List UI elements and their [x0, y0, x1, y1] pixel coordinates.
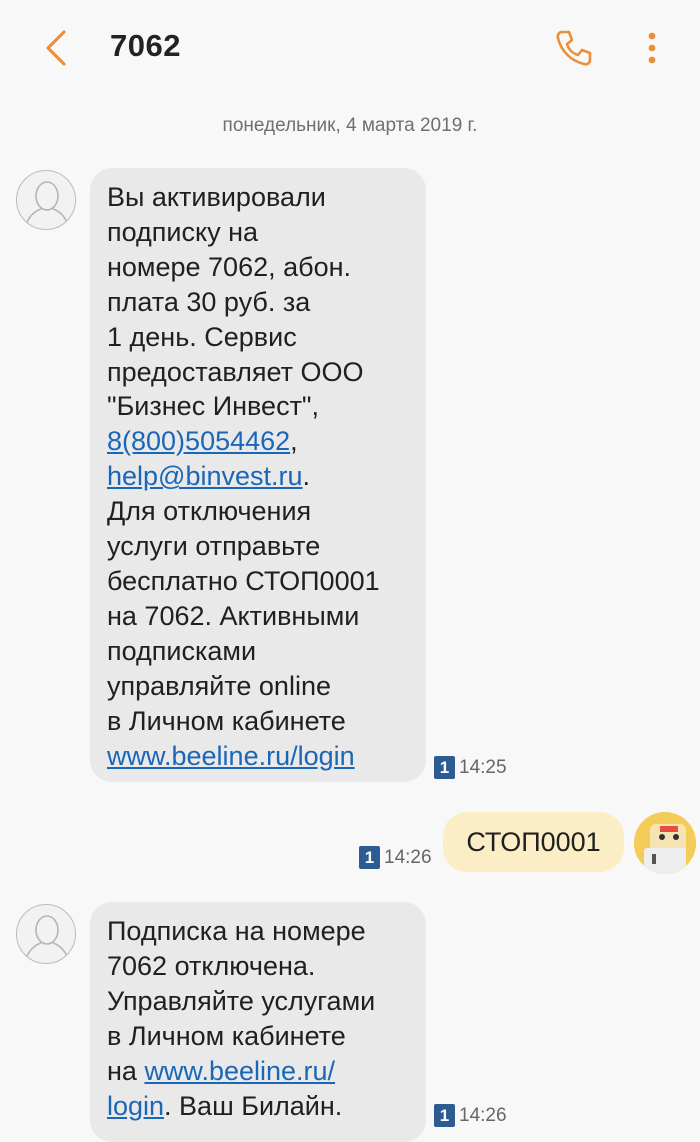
- message-text-line: Вы активировали: [107, 182, 326, 212]
- message-text-line: бесплатно СТОП0001: [107, 565, 380, 596]
- sim-badge: 1: [434, 756, 455, 779]
- more-vertical-icon: [648, 32, 656, 64]
- message-text-fragment: на: [107, 1055, 145, 1086]
- message-text-line: подписками: [107, 635, 257, 666]
- phone-icon: [556, 30, 592, 66]
- url-link[interactable]: www.beeline.ru/login: [107, 741, 355, 771]
- message-text-fragment: ,: [290, 426, 298, 457]
- person-icon: [24, 915, 70, 963]
- message-text-line: Для отключения: [107, 496, 312, 527]
- incoming-message-bubble[interactable]: Подписка на номере 7062 отключена. Управ…: [90, 902, 426, 1142]
- conversation-title: 7062: [110, 28, 181, 63]
- message-text-line: предоставляет ООО: [107, 356, 364, 387]
- message-text-line: управляйте online: [107, 670, 331, 701]
- app-header: 7062: [0, 0, 700, 96]
- person-icon: [24, 181, 70, 229]
- outgoing-message-bubble[interactable]: СТОП0001: [443, 812, 624, 872]
- message-text-line: в Личном кабинете: [107, 705, 346, 736]
- message-text-line: плата 30 руб. за: [107, 286, 311, 317]
- message-text-line: на www.beeline.ru/: [107, 1054, 408, 1089]
- message-time: 14:26: [384, 846, 432, 868]
- message-text-line: 8(800)5054462,: [107, 424, 408, 459]
- message-time: 14:25: [459, 756, 507, 778]
- phone-number-link[interactable]: 8(800)5054462: [107, 426, 290, 456]
- message-meta: 1 14:26: [359, 846, 432, 869]
- message-text-line: номере 7062, абон.: [107, 251, 352, 282]
- cartoon-avatar-icon: [634, 812, 696, 874]
- message-text-line: 1 день. Сервис: [107, 321, 297, 352]
- message-text-fragment: . Ваш Билайн.: [164, 1090, 343, 1121]
- my-avatar[interactable]: [634, 812, 696, 874]
- email-link[interactable]: help@binvest.ru: [107, 461, 303, 491]
- message-text-line: www.beeline.ru/login: [107, 739, 408, 774]
- message-text-fragment: .: [302, 461, 311, 492]
- message-meta: 1 14:25: [434, 756, 507, 779]
- message-text-line: "Бизнес Инвест",: [107, 391, 320, 422]
- message-text-line: подписку на: [107, 216, 259, 247]
- message-text-line: Подписка на номере: [107, 916, 366, 946]
- message-text-line: help@binvest.ru.: [107, 459, 408, 494]
- date-separator: понедельник, 4 марта 2019 г.: [0, 110, 700, 144]
- date-label: понедельник, 4 марта 2019 г.: [0, 115, 700, 137]
- url-link-continued[interactable]: login: [107, 1091, 164, 1121]
- incoming-message-bubble[interactable]: Вы активировали подписку на номере 7062,…: [90, 168, 426, 782]
- sim-badge: 1: [359, 846, 380, 869]
- sender-avatar[interactable]: [16, 170, 76, 230]
- message-text-line: login. Ваш Билайн.: [107, 1089, 408, 1124]
- chevron-left-icon: [46, 30, 66, 66]
- message-text-line: в Личном кабинете: [107, 1020, 346, 1051]
- url-link[interactable]: www.beeline.ru/: [144, 1056, 335, 1086]
- message-time: 14:26: [459, 1104, 507, 1126]
- sender-avatar[interactable]: [16, 904, 76, 964]
- message-text-line: услуги отправьте: [107, 531, 321, 562]
- message-text-line: Управляйте услугами: [107, 985, 376, 1016]
- more-options-button[interactable]: [630, 26, 674, 70]
- message-text-line: на 7062. Активными: [107, 600, 360, 631]
- call-button[interactable]: [550, 26, 598, 70]
- message-text-line: 7062 отключена.: [107, 950, 316, 981]
- back-button[interactable]: [32, 22, 80, 74]
